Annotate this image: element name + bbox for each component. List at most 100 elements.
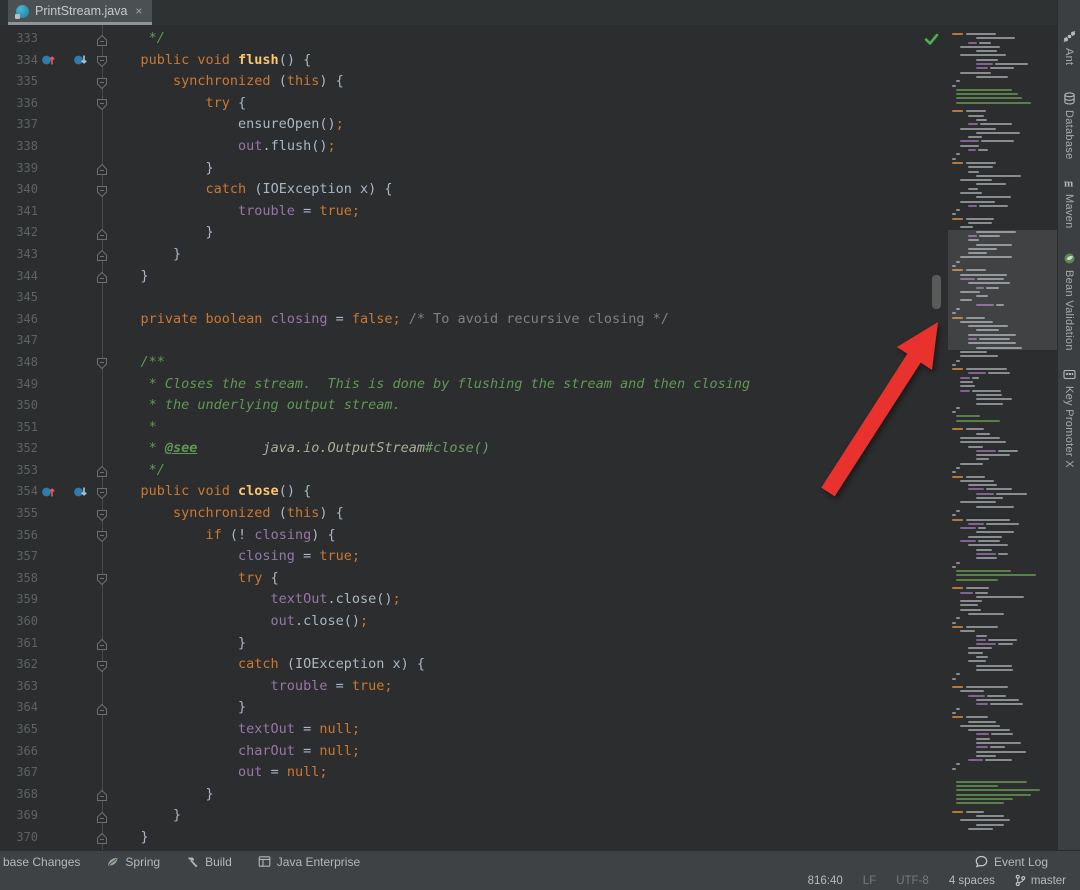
tool-button-bean-validation[interactable]: Bean Validation [1058, 252, 1080, 351]
inspection-ok-check-icon[interactable] [923, 31, 940, 47]
code-line-368[interactable]: 368 } [0, 784, 1058, 806]
status-item-utf-8[interactable]: UTF-8 [896, 875, 929, 887]
code-line-366[interactable]: 366 charOut = null; [0, 741, 1058, 763]
fold-start-icon[interactable] [96, 76, 108, 89]
status-item-4-spaces[interactable]: 4 spaces [949, 875, 995, 887]
tool-button-maven[interactable]: mMaven [1058, 176, 1080, 229]
code-line-345[interactable]: 345 [0, 287, 1058, 309]
minimap-line [948, 544, 1058, 546]
fold-start-icon[interactable] [96, 486, 108, 499]
fold-end-icon[interactable] [96, 810, 108, 823]
editor-scrollbar-thumb[interactable] [932, 275, 941, 309]
fold-end-icon[interactable] [96, 227, 108, 240]
overriding-method-icon[interactable] [41, 53, 56, 67]
code-line-357[interactable]: 357 closing = true; [0, 546, 1058, 568]
code-line-370[interactable]: 370 } [0, 827, 1058, 849]
code-line-343[interactable]: 343 } [0, 244, 1058, 266]
status-item-816-40[interactable]: 816:40 [808, 875, 843, 887]
fold-end-icon[interactable] [96, 33, 108, 46]
code-line-341[interactable]: 341 trouble = true; [0, 201, 1058, 223]
code-line-346[interactable]: 346 private boolean closing = false; /* … [0, 309, 1058, 331]
toolwindow-button-java-enterprise[interactable]: Java Enterprise [258, 855, 360, 869]
code-line-344[interactable]: 344 } [0, 266, 1058, 288]
tool-button-key-promoter-x[interactable]: Key Promoter X [1058, 368, 1080, 468]
code-line-336[interactable]: 336 try { [0, 93, 1058, 115]
code-line-362[interactable]: 362 catch (IOException x) { [0, 654, 1058, 676]
event-log-icon [975, 855, 988, 868]
fold-start-icon[interactable] [96, 184, 108, 197]
code-line-349[interactable]: 349 * Closes the stream. This is done by… [0, 374, 1058, 396]
tool-button-ant[interactable]: Ant [1058, 30, 1080, 65]
fold-end-icon[interactable] [96, 637, 108, 650]
fold-end-icon[interactable] [96, 831, 108, 844]
minimap-line [948, 415, 1058, 417]
fold-end-icon[interactable] [96, 248, 108, 261]
tab-printstream-java[interactable]: PrintStream.java × [8, 0, 152, 25]
code-line-333[interactable]: 333 */ [0, 28, 1058, 50]
code-line-347[interactable]: 347 [0, 330, 1058, 352]
fold-end-icon[interactable] [96, 464, 108, 477]
minimap-line [948, 467, 1058, 469]
overridden-method-icon[interactable] [73, 53, 88, 67]
minimap-viewport[interactable] [948, 230, 1058, 350]
code-line-337[interactable]: 337 ensureOpen(); [0, 114, 1058, 136]
code-line-350[interactable]: 350 * the underlying output stream. [0, 395, 1058, 417]
code-line-334[interactable]: 334 public void flush() { [0, 50, 1058, 72]
tool-button-database[interactable]: Database [1058, 92, 1080, 160]
code-line-359[interactable]: 359 textOut.close(); [0, 589, 1058, 611]
code-line-365[interactable]: 365 textOut = null; [0, 719, 1058, 741]
fold-end-icon[interactable] [96, 702, 108, 715]
toolwindow-button-build[interactable]: Build [186, 855, 232, 869]
code-line-352[interactable]: 352 * @see java.io.OutputStream#close() [0, 438, 1058, 460]
overriding-method-icon[interactable] [41, 485, 56, 499]
code-line-353[interactable]: 353 */ [0, 460, 1058, 482]
line-number: 365 [0, 719, 38, 741]
code-line-354[interactable]: 354 public void close() { [0, 481, 1058, 503]
toolwindow-button-spring[interactable]: Spring [106, 855, 160, 869]
minimap-line [948, 80, 1058, 82]
fold-start-icon[interactable] [96, 659, 108, 672]
fold-start-icon[interactable] [96, 97, 108, 110]
fold-start-icon[interactable] [96, 508, 108, 521]
code-line-358[interactable]: 358 try { [0, 568, 1058, 590]
minimap-line [948, 351, 1058, 353]
code-line-367[interactable]: 367 out = null; [0, 762, 1058, 784]
close-icon[interactable]: × [135, 5, 142, 17]
fold-end-icon[interactable] [96, 270, 108, 283]
code-line-363[interactable]: 363 trouble = true; [0, 676, 1058, 698]
toolwindow-button-event-log[interactable]: Event Log [975, 855, 1048, 869]
status-item-label: LF [863, 875, 876, 887]
status-item-lf[interactable]: LF [863, 875, 876, 887]
minimap-line [948, 441, 1058, 443]
code-line-335[interactable]: 335 synchronized (this) { [0, 71, 1058, 93]
code-line-340[interactable]: 340 catch (IOException x) { [0, 179, 1058, 201]
overridden-method-icon[interactable] [73, 485, 88, 499]
fold-start-icon[interactable] [96, 572, 108, 585]
code-line-361[interactable]: 361 } [0, 633, 1058, 655]
code-line-360[interactable]: 360 out.close(); [0, 611, 1058, 633]
status-item-master[interactable]: master [1015, 874, 1066, 887]
minimap-line [948, 158, 1058, 160]
toolwindow-button-label: Event Log [994, 855, 1048, 869]
fold-start-icon[interactable] [96, 529, 108, 542]
code-line-351[interactable]: 351 * [0, 417, 1058, 439]
java-class-icon [16, 5, 29, 18]
minimap-line [948, 811, 1058, 813]
minimap-line [948, 115, 1058, 117]
toolwindow-button-base-changes[interactable]: base Changes [3, 855, 80, 869]
fold-start-icon[interactable] [96, 54, 108, 67]
fold-start-icon[interactable] [96, 356, 108, 369]
code-line-356[interactable]: 356 if (! closing) { [0, 525, 1058, 547]
code-line-355[interactable]: 355 synchronized (this) { [0, 503, 1058, 525]
fold-end-icon[interactable] [96, 788, 108, 801]
minimap[interactable] [948, 25, 1058, 850]
code-line-339[interactable]: 339 } [0, 158, 1058, 180]
code-line-348[interactable]: 348 /** [0, 352, 1058, 374]
minimap-line [948, 424, 1058, 426]
code-line-338[interactable]: 338 out.flush(); [0, 136, 1058, 158]
code-line-369[interactable]: 369 } [0, 805, 1058, 827]
code-line-342[interactable]: 342 } [0, 222, 1058, 244]
code-editor[interactable]: 333 */334 public void flush() {335 synch… [0, 25, 1058, 850]
fold-end-icon[interactable] [96, 162, 108, 175]
code-line-364[interactable]: 364 } [0, 697, 1058, 719]
